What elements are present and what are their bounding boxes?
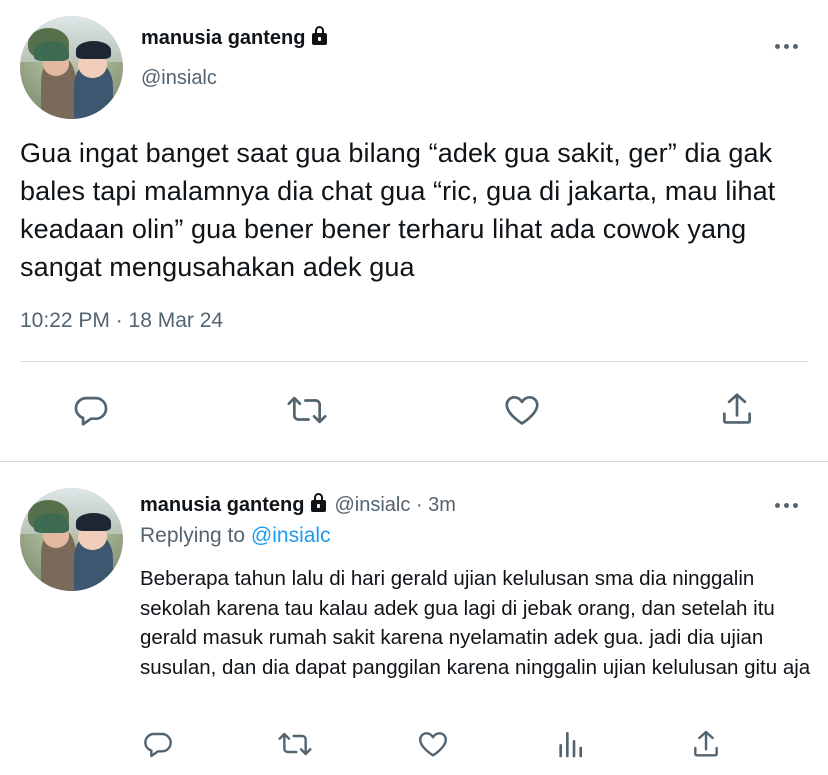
section-divider [0, 461, 828, 462]
retweet-icon[interactable] [286, 391, 328, 429]
author-name[interactable]: manusia ganteng [141, 26, 328, 50]
lock-icon [311, 493, 327, 512]
tweet-text: Gua ingat banget saat gua bilang “adek g… [20, 138, 776, 282]
share-icon[interactable] [690, 727, 722, 761]
reply-author-row[interactable]: manusia ganteng @insialc · 3m [140, 493, 456, 517]
author-avatar[interactable] [20, 16, 123, 119]
replying-to-label: Replying to [140, 524, 246, 547]
reply-author-name: manusia ganteng [140, 494, 305, 516]
reply-icon[interactable] [72, 391, 110, 429]
author-handle[interactable]: @insialc [141, 67, 217, 90]
tweet-timestamp[interactable]: 10:22 PM · 18 Mar 24 [20, 309, 223, 333]
reply-author-avatar[interactable] [20, 488, 123, 591]
reply-handle-time: @insialc · 3m [334, 494, 456, 516]
author-name-text: manusia ganteng [141, 27, 306, 49]
analytics-icon[interactable] [554, 728, 586, 760]
retweet-icon[interactable] [277, 728, 313, 760]
share-icon[interactable] [718, 389, 756, 429]
replying-to: Replying to @insialc [140, 524, 331, 548]
lock-icon [312, 26, 328, 45]
more-horizontal-icon[interactable] [775, 503, 798, 508]
more-horizontal-icon[interactable] [775, 44, 798, 49]
like-icon[interactable] [416, 728, 450, 760]
replying-to-link[interactable]: @insialc [251, 524, 331, 547]
reply-text: Beberapa tahun lalu di hari gerald ujian… [140, 567, 811, 679]
divider [20, 361, 808, 362]
reply-icon[interactable] [142, 728, 174, 760]
like-icon[interactable] [502, 391, 542, 429]
